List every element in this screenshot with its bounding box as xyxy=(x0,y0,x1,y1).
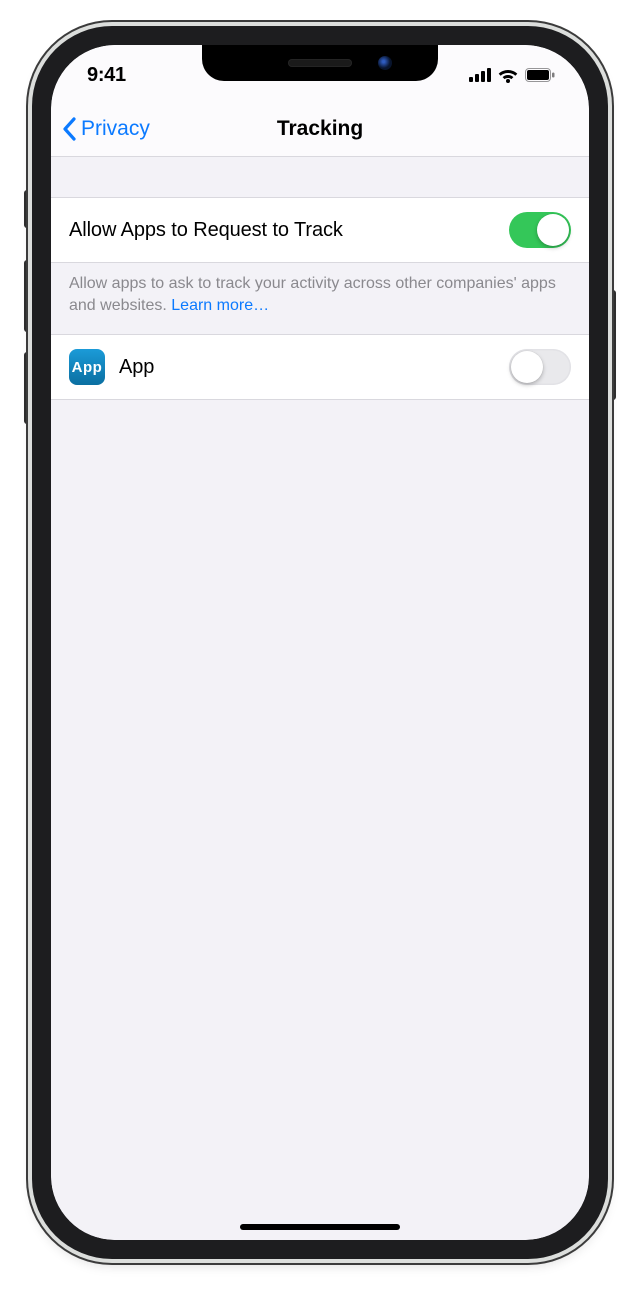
back-button[interactable]: Privacy xyxy=(61,101,150,156)
app-tracking-toggle[interactable] xyxy=(509,349,571,385)
cellular-icon xyxy=(469,68,491,82)
bezel: 9:41 xyxy=(51,45,589,1240)
screen: 9:41 xyxy=(51,45,589,1240)
home-indicator[interactable] xyxy=(240,1224,400,1230)
notch xyxy=(202,45,438,81)
status-time: 9:41 xyxy=(87,60,126,87)
phone-frame: 9:41 xyxy=(32,26,608,1259)
mute-switch xyxy=(24,190,30,228)
volume-down xyxy=(24,352,30,424)
allow-tracking-toggle[interactable] xyxy=(509,212,571,248)
app-name-label: App xyxy=(119,356,154,379)
power-button xyxy=(610,290,616,400)
chevron-left-icon xyxy=(61,117,77,141)
volume-up xyxy=(24,260,30,332)
battery-icon xyxy=(525,68,555,82)
app-icon: App xyxy=(69,349,105,385)
back-label: Privacy xyxy=(81,117,150,141)
learn-more-link[interactable]: Learn more… xyxy=(171,297,269,314)
front-camera xyxy=(378,56,392,70)
footer-text: Allow apps to ask to track your activity… xyxy=(69,275,556,314)
app-tracking-cell: App App xyxy=(51,334,589,400)
wifi-icon xyxy=(497,67,519,83)
page-title: Tracking xyxy=(277,117,363,141)
content: Allow Apps to Request to Track Allow app… xyxy=(51,157,589,1240)
nav-bar: Privacy Tracking xyxy=(51,101,589,157)
allow-tracking-label: Allow Apps to Request to Track xyxy=(69,219,343,242)
allow-tracking-cell: Allow Apps to Request to Track xyxy=(51,197,589,263)
allow-tracking-footer: Allow apps to ask to track your activity… xyxy=(51,263,589,334)
speaker-grille xyxy=(288,59,352,67)
status-icons xyxy=(469,63,555,83)
